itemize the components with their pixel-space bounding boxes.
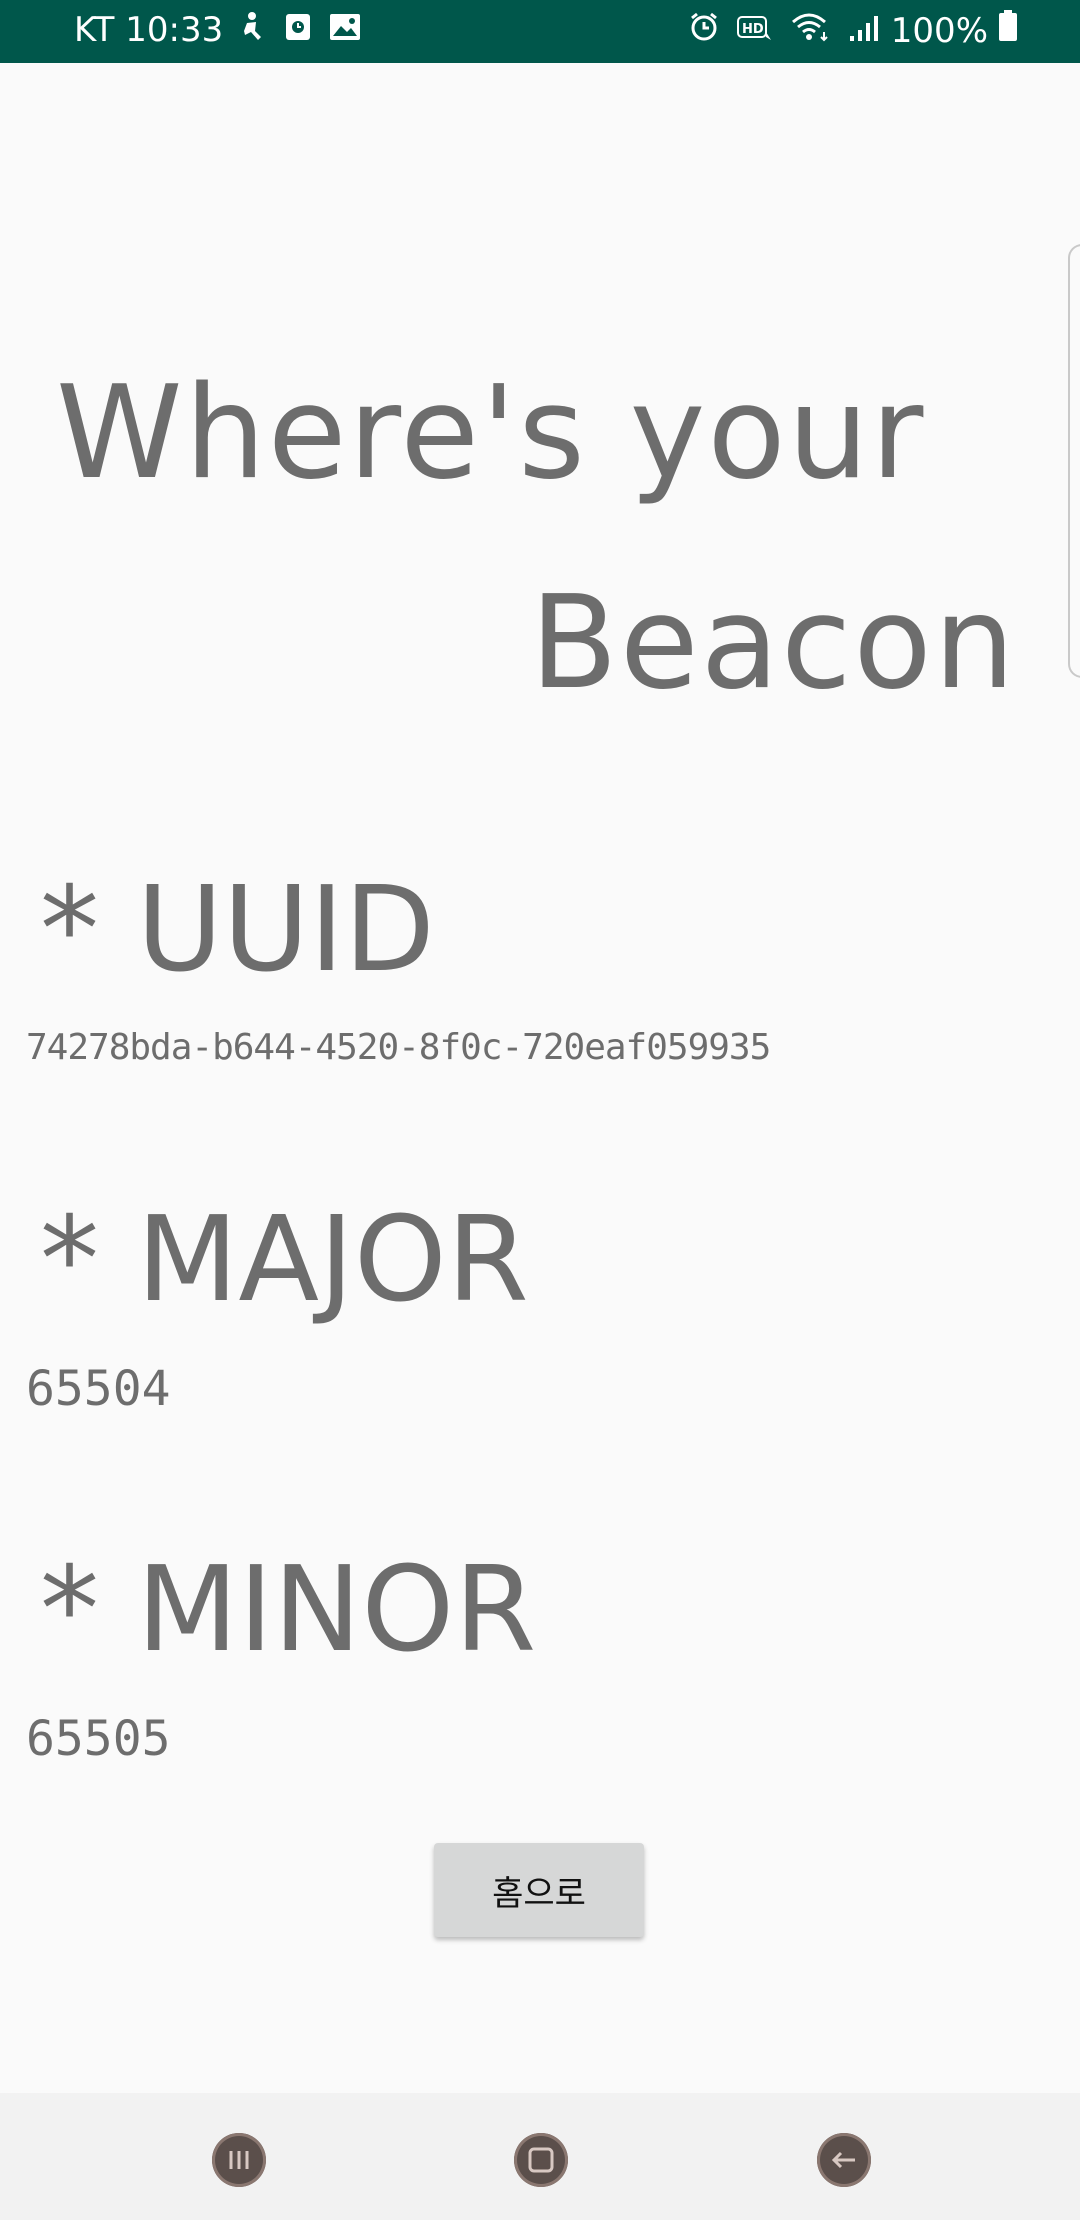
beacon-screen: KT 10:33 HD 100% Where's your Beacon * U… <box>0 0 1080 2220</box>
back-icon[interactable] <box>817 2133 871 2187</box>
status-bar: KT 10:33 HD 100% <box>0 0 1080 63</box>
hd-icon: HD <box>736 11 773 51</box>
battery-icon <box>998 10 1018 51</box>
navigation-bar <box>0 2093 1080 2220</box>
status-right: HD 100% <box>671 10 1018 51</box>
battery-percent: 100% <box>890 10 988 51</box>
page-title-line2: Beacon <box>530 569 1017 718</box>
gallery-icon <box>329 10 361 50</box>
signal-icon <box>849 11 879 51</box>
home-icon[interactable] <box>514 2133 568 2187</box>
uuid-label: * UUID <box>40 860 435 998</box>
carrier-time: KT 10:33 <box>74 10 224 50</box>
recent-apps-icon[interactable] <box>212 2133 266 2187</box>
svg-text:HD: HD <box>742 22 764 37</box>
minor-value: 65505 <box>26 1711 171 1767</box>
home-button[interactable]: 홈으로 <box>434 1843 644 1937</box>
alarm-icon <box>689 11 719 51</box>
status-left: KT 10:33 <box>74 10 361 50</box>
uuid-value: 74278bda-b644-4520-8f0c-720eaf059935 <box>26 1027 771 1068</box>
major-label: * MAJOR <box>40 1190 529 1328</box>
minor-label: * MINOR <box>40 1540 537 1678</box>
wifi-icon <box>791 11 831 51</box>
major-value: 65504 <box>26 1361 171 1417</box>
accessibility-icon <box>241 10 267 50</box>
clock-app-icon <box>285 10 311 50</box>
edge-panel-handle[interactable] <box>1068 244 1080 678</box>
page-title-line1: Where's your <box>56 359 926 508</box>
